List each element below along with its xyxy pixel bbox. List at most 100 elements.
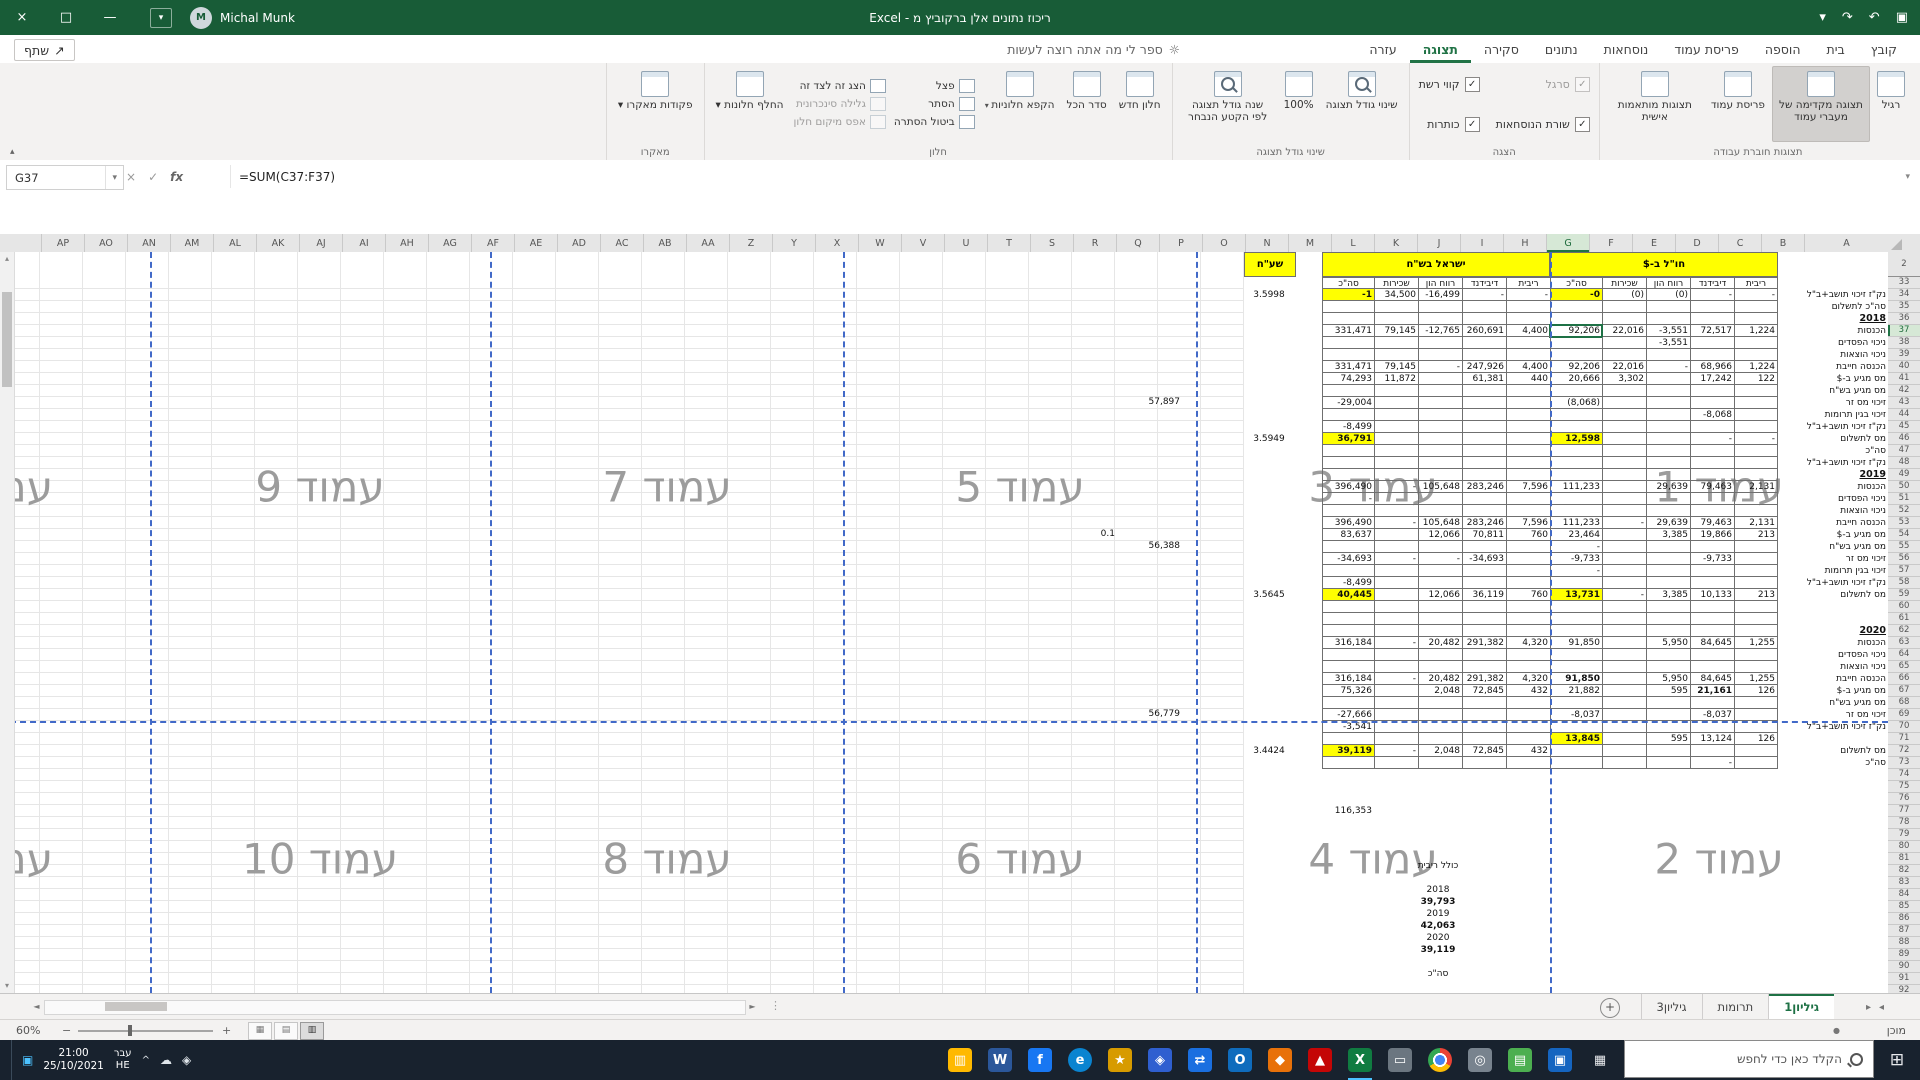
cell[interactable]: -27,666 [1322, 709, 1374, 721]
ribbon-tab-סקירה[interactable]: סקירה [1471, 35, 1532, 63]
cell[interactable] [1418, 313, 1462, 325]
cell[interactable]: 316,184 [1322, 637, 1374, 649]
cell[interactable] [1418, 301, 1462, 313]
cell[interactable] [1244, 697, 1296, 709]
cell[interactable] [1550, 745, 1602, 757]
cell[interactable] [1296, 805, 1322, 817]
column-header-F[interactable]: F [1589, 234, 1632, 252]
cell[interactable] [1418, 421, 1462, 433]
cell[interactable]: 3.5645 [1244, 589, 1296, 601]
cell[interactable]: - [1374, 673, 1418, 685]
view-page-break-button[interactable]: ▥ [300, 1022, 324, 1040]
sheet-nav-prev-icon[interactable]: ◂ [1879, 1002, 1884, 1013]
cell[interactable] [1462, 457, 1506, 469]
taskbar-sticky-notes-icon[interactable]: ▤ [1500, 1040, 1540, 1080]
cell[interactable]: 283,246 [1462, 481, 1506, 493]
cell[interactable] [1418, 805, 1462, 817]
cell[interactable] [1602, 541, 1646, 553]
cell[interactable] [1296, 601, 1322, 613]
window-button-חלון חדש[interactable]: חלון חדש [1114, 66, 1166, 142]
cell[interactable] [1602, 433, 1646, 445]
cell[interactable]: 331,471 [1322, 361, 1374, 373]
row-header-69[interactable]: 69 [1888, 709, 1920, 721]
cell[interactable] [1550, 661, 1602, 673]
cell[interactable] [1734, 613, 1778, 625]
cell[interactable] [1734, 469, 1778, 481]
cell[interactable]: 3,385 [1646, 589, 1690, 601]
cell[interactable] [1646, 409, 1690, 421]
cell[interactable] [1322, 337, 1374, 349]
insert-function-icon[interactable]: fx [170, 170, 183, 184]
view-button-רגיל[interactable]: רגיל [1872, 66, 1910, 142]
cell[interactable] [1244, 505, 1296, 517]
taskbar-acrobat-icon[interactable]: ▲ [1300, 1040, 1340, 1080]
cell[interactable] [1646, 601, 1690, 613]
cell[interactable] [1462, 613, 1506, 625]
language-indicator[interactable]: עבר HE [114, 1048, 132, 1073]
cell[interactable] [1550, 697, 1602, 709]
cell[interactable] [1734, 445, 1778, 457]
cell[interactable]: 72,517 [1690, 325, 1734, 337]
cell[interactable] [1296, 565, 1322, 577]
cell[interactable] [1506, 733, 1550, 745]
cell[interactable]: -8,499 [1322, 577, 1374, 589]
cell[interactable] [1734, 301, 1778, 313]
cell[interactable] [1374, 469, 1418, 481]
cell[interactable] [1506, 565, 1550, 577]
cell[interactable] [1244, 625, 1296, 637]
cell[interactable] [1462, 493, 1506, 505]
cell[interactable] [1690, 613, 1734, 625]
cell[interactable] [1506, 553, 1550, 565]
cell[interactable]: 68,966 [1690, 361, 1734, 373]
cell[interactable] [1734, 505, 1778, 517]
row-header-55[interactable]: 55 [1888, 541, 1920, 553]
cell[interactable] [1296, 337, 1322, 349]
row-header-60[interactable]: 60 [1888, 601, 1920, 613]
ribbon-tab-קובץ[interactable]: קובץ [1858, 35, 1910, 63]
cell[interactable] [1506, 601, 1550, 613]
cell[interactable]: 7,596 [1506, 517, 1550, 529]
cell[interactable] [1602, 649, 1646, 661]
cell[interactable]: 4,400 [1506, 325, 1550, 337]
cell[interactable] [1462, 757, 1506, 769]
cell[interactable] [1418, 373, 1462, 385]
cell[interactable] [1602, 757, 1646, 769]
cell[interactable]: 92,206 [1550, 361, 1602, 373]
cell[interactable]: 13,124 [1690, 733, 1734, 745]
cell[interactable] [1418, 757, 1462, 769]
cell[interactable] [1602, 457, 1646, 469]
cell[interactable] [1374, 529, 1418, 541]
cell[interactable] [1296, 733, 1322, 745]
cell[interactable] [1602, 613, 1646, 625]
cell[interactable] [1462, 733, 1506, 745]
cell[interactable] [1602, 385, 1646, 397]
cell[interactable] [1734, 697, 1778, 709]
save-icon[interactable]: ▣ [1896, 10, 1908, 25]
cell[interactable] [1418, 409, 1462, 421]
cell[interactable]: 4,400 [1506, 361, 1550, 373]
cell[interactable]: - [1690, 433, 1734, 445]
cell[interactable] [1296, 397, 1322, 409]
cell[interactable] [1374, 757, 1418, 769]
cell[interactable]: 111,233 [1550, 481, 1602, 493]
ribbon-display-options-icon[interactable]: ▾ [150, 8, 172, 28]
cell[interactable] [1296, 373, 1322, 385]
cell[interactable] [1462, 661, 1506, 673]
cell[interactable] [1646, 565, 1690, 577]
row-header-53[interactable]: 53 [1888, 517, 1920, 529]
row-header-54[interactable]: 54 [1888, 529, 1920, 541]
row-header-2[interactable]: 2 [1888, 252, 1920, 277]
cell[interactable] [1244, 805, 1296, 817]
cell[interactable] [1462, 433, 1506, 445]
cell[interactable]: - [1690, 757, 1734, 769]
cell[interactable]: 39,119 [1322, 745, 1374, 757]
zoom-slider-thumb[interactable] [128, 1025, 132, 1036]
cell[interactable]: 595 [1646, 685, 1690, 697]
cell[interactable]: -12,765 [1418, 325, 1462, 337]
cell[interactable]: 21,882 [1550, 685, 1602, 697]
show-desktop-button[interactable] [8, 1040, 12, 1080]
cell[interactable] [1296, 301, 1322, 313]
cell[interactable]: 3.5949 [1244, 433, 1296, 445]
cell[interactable] [1506, 337, 1550, 349]
cell[interactable] [1296, 613, 1322, 625]
